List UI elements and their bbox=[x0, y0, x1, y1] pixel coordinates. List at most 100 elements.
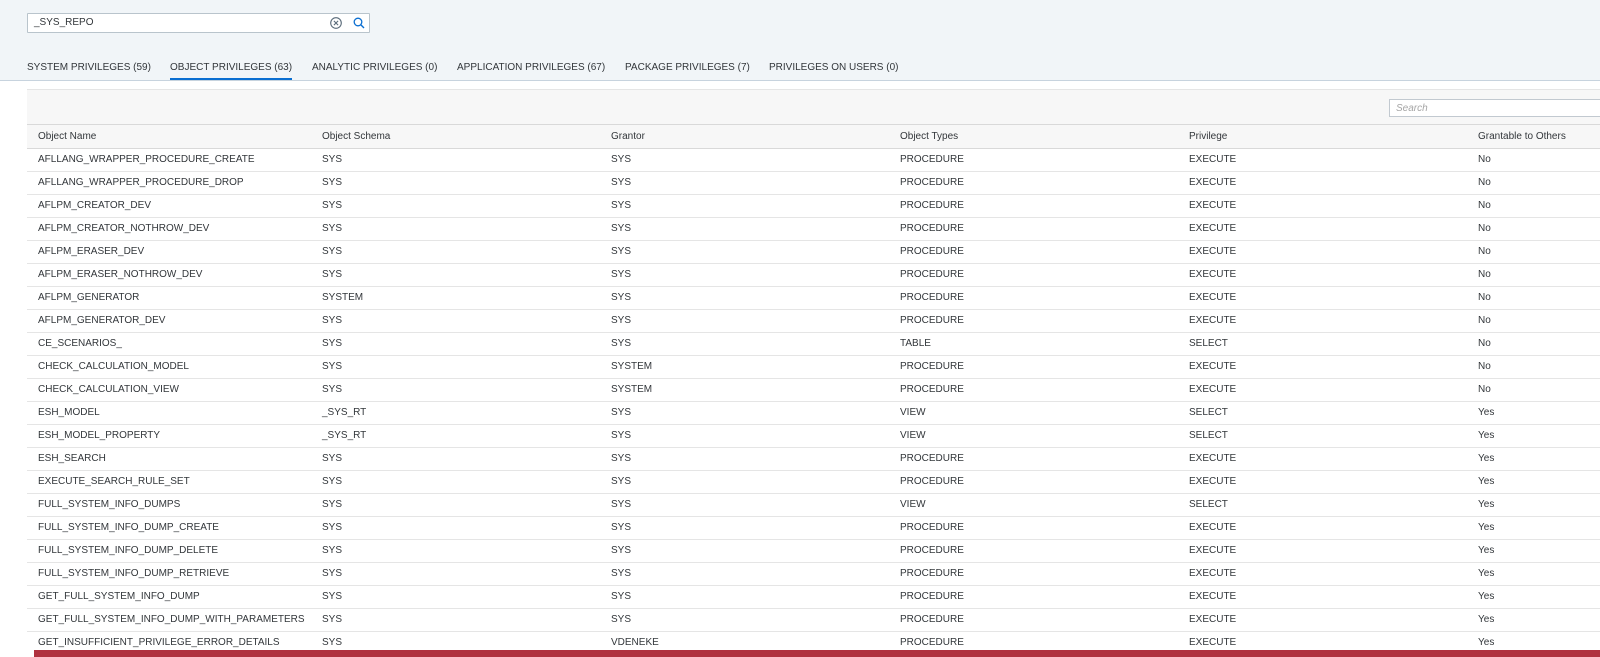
grantable-cell: Yes bbox=[1478, 453, 1495, 464]
object-name-cell: ESH_MODEL bbox=[38, 407, 100, 418]
privilege-cell: EXECUTE bbox=[1189, 614, 1237, 625]
privilege-cell: EXECUTE bbox=[1189, 545, 1237, 556]
privilege-cell: EXECUTE bbox=[1189, 522, 1237, 533]
object-name-cell: FULL_SYSTEM_INFO_DUMP_CREATE bbox=[38, 522, 219, 533]
object-name-cell: CHECK_CALCULATION_MODEL bbox=[38, 361, 189, 372]
column-header-object-name[interactable]: Object Name bbox=[38, 125, 96, 148]
tab-package-privileges[interactable]: PACKAGE PRIVILEGES (7) bbox=[625, 61, 750, 75]
object-name-cell: AFLLANG_WRAPPER_PROCEDURE_DROP bbox=[38, 177, 244, 188]
grantor-cell: SYS bbox=[611, 407, 632, 418]
object-name-cell: AFLLANG_WRAPPER_PROCEDURE_CREATE bbox=[38, 154, 255, 165]
grantor-cell: SYSTEM bbox=[611, 384, 653, 395]
object-name-cell: EXECUTE_SEARCH_RULE_SET bbox=[38, 476, 190, 487]
object-type-cell: PROCEDURE bbox=[900, 384, 964, 395]
privilege-cell: SELECT bbox=[1189, 407, 1228, 418]
object-schema-cell: SYS bbox=[322, 453, 343, 464]
table-row[interactable]: CHECK_CALCULATION_MODEL SYS SYSTEM PROCEDUR… bbox=[27, 356, 1600, 379]
object-type-cell: PROCEDURE bbox=[900, 361, 964, 372]
table-search-input[interactable] bbox=[1389, 99, 1600, 117]
clear-circle-icon[interactable] bbox=[329, 16, 343, 30]
column-header-privilege[interactable]: Privilege bbox=[1189, 125, 1227, 148]
object-schema-cell: SYS bbox=[322, 384, 343, 395]
table-row[interactable]: ESH_SEARCH SYS SYS PROCEDURE EXECUTE Yes bbox=[27, 448, 1600, 471]
table-row[interactable]: GET_FULL_SYSTEM_INFO_DUMP_WITH_PARAMETER… bbox=[27, 609, 1600, 632]
table-row[interactable]: FULL_SYSTEM_INFO_DUMPS SYS SYS VIEW SELECT Ye… bbox=[27, 494, 1600, 517]
table-row[interactable]: AFLPM_ERASER_NOTHROW_DEV SYS SYS PROCEDURE E… bbox=[27, 264, 1600, 287]
table-row[interactable]: CE_SCENARIOS_ SYS SYS TABLE SELECT No bbox=[27, 333, 1600, 356]
privilege-cell: EXECUTE bbox=[1189, 384, 1237, 395]
table-row[interactable]: ESH_MODEL _SYS_RT SYS VIEW SELECT Yes bbox=[27, 402, 1600, 425]
table-row[interactable]: EXECUTE_SEARCH_RULE_SET SYS SYS PROCEDURE EX… bbox=[27, 471, 1600, 494]
grantable-cell: No bbox=[1478, 384, 1491, 395]
object-type-cell: PROCEDURE bbox=[900, 591, 964, 602]
grantor-cell: SYSTEM bbox=[611, 361, 653, 372]
object-schema-cell: SYS bbox=[322, 568, 343, 579]
privilege-cell: EXECUTE bbox=[1189, 177, 1237, 188]
object-schema-cell: SYS bbox=[322, 476, 343, 487]
table-row[interactable]: CHECK_CALCULATION_VIEW SYS SYSTEM PROCEDURE… bbox=[27, 379, 1600, 402]
table-row[interactable]: AFLPM_GENERATOR SYSTEM SYS PROCEDURE EXECUTE… bbox=[27, 287, 1600, 310]
search-input[interactable]: _SYS_REPO bbox=[34, 17, 93, 29]
table-row[interactable]: AFLLANG_WRAPPER_PROCEDURE_CREATE SYS SYS PR… bbox=[27, 149, 1600, 172]
object-type-cell: VIEW bbox=[900, 430, 926, 441]
grantable-cell: No bbox=[1478, 269, 1491, 280]
table-row[interactable]: FULL_SYSTEM_INFO_DUMP_DELETE SYS SYS PROCED… bbox=[27, 540, 1600, 563]
object-type-cell: PROCEDURE bbox=[900, 223, 964, 234]
grantor-cell: SYS bbox=[611, 568, 632, 579]
grantable-cell: No bbox=[1478, 292, 1491, 303]
table-row[interactable]: AFLPM_ERASER_DEV SYS SYS PROCEDURE EXECUTE No bbox=[27, 241, 1600, 264]
object-schema-cell: SYS bbox=[322, 338, 343, 349]
object-schema-cell: SYS bbox=[322, 315, 343, 326]
grantor-cell: SYS bbox=[611, 453, 632, 464]
grantable-cell: No bbox=[1478, 338, 1491, 349]
magnifier-icon[interactable] bbox=[352, 16, 366, 30]
tab-privileges-on-users[interactable]: PRIVILEGES ON USERS (0) bbox=[769, 61, 898, 75]
grantor-cell: SYS bbox=[611, 545, 632, 556]
table-row[interactable]: AFLPM_CREATOR_DEV SYS SYS PROCEDURE EXECUTE N… bbox=[27, 195, 1600, 218]
table-row[interactable]: AFLLANG_WRAPPER_PROCEDURE_DROP SYS SYS PROC… bbox=[27, 172, 1600, 195]
privilege-cell: SELECT bbox=[1189, 338, 1228, 349]
grantable-cell: Yes bbox=[1478, 591, 1495, 602]
privilege-cell: EXECUTE bbox=[1189, 453, 1237, 464]
object-type-cell: PROCEDURE bbox=[900, 269, 964, 280]
object-type-cell: TABLE bbox=[900, 338, 931, 349]
column-header-object-schema[interactable]: Object Schema bbox=[322, 125, 390, 148]
object-schema-cell: SYS bbox=[322, 545, 343, 556]
column-header-object-types[interactable]: Object Types bbox=[900, 125, 958, 148]
object-name-cell: ESH_MODEL_PROPERTY bbox=[38, 430, 161, 441]
privilege-cell: EXECUTE bbox=[1189, 200, 1237, 211]
table-row[interactable]: AFLPM_CREATOR_NOTHROW_DEV SYS SYS PROCEDURE… bbox=[27, 218, 1600, 241]
grantor-cell: SYS bbox=[611, 522, 632, 533]
tab-object-privileges[interactable]: OBJECT PRIVILEGES (63) bbox=[170, 61, 293, 80]
table-row[interactable]: ESH_MODEL_PROPERTY _SYS_RT SYS VIEW SELECT Ye… bbox=[27, 425, 1600, 448]
object-name-cell: AFLPM_GENERATOR bbox=[38, 292, 140, 303]
object-type-cell: PROCEDURE bbox=[900, 200, 964, 211]
grantor-cell: SYS bbox=[611, 177, 632, 188]
table-row[interactable]: AFLPM_GENERATOR_DEV SYS SYS PROCEDURE EXECUT… bbox=[27, 310, 1600, 333]
tab-application-privileges[interactable]: APPLICATION PRIVILEGES (67) bbox=[457, 61, 605, 75]
search-field[interactable]: _SYS_REPO bbox=[27, 13, 370, 33]
privilege-cell: EXECUTE bbox=[1189, 568, 1237, 579]
grantable-cell: No bbox=[1478, 200, 1491, 211]
object-name-cell: AFLPM_ERASER_DEV bbox=[38, 246, 145, 257]
object-name-cell: CHECK_CALCULATION_VIEW bbox=[38, 384, 179, 395]
privilege-cell: EXECUTE bbox=[1189, 315, 1237, 326]
privilege-cell: EXECUTE bbox=[1189, 591, 1237, 602]
column-header-grantor[interactable]: Grantor bbox=[611, 125, 645, 148]
tab-system-privileges[interactable]: SYSTEM PRIVILEGES (59) bbox=[27, 61, 151, 75]
object-schema-cell: SYS bbox=[322, 154, 343, 165]
privilege-cell: EXECUTE bbox=[1189, 154, 1237, 165]
column-header-grantable[interactable]: Grantable to Others bbox=[1478, 125, 1566, 148]
object-schema-cell: _SYS_RT bbox=[322, 407, 367, 418]
tab-analytic-privileges[interactable]: ANALYTIC PRIVILEGES (0) bbox=[312, 61, 437, 75]
grantable-cell: Yes bbox=[1478, 476, 1495, 487]
table-body: AFLLANG_WRAPPER_PROCEDURE_CREATE SYS SYS PR… bbox=[27, 149, 1600, 655]
table-row[interactable]: FULL_SYSTEM_INFO_DUMP_CREATE SYS SYS PROCED… bbox=[27, 517, 1600, 540]
object-schema-cell: SYS bbox=[322, 246, 343, 257]
object-schema-cell: SYS bbox=[322, 522, 343, 533]
object-schema-cell: SYS bbox=[322, 200, 343, 211]
object-name-cell: FULL_SYSTEM_INFO_DUMP_DELETE bbox=[38, 545, 219, 556]
table-row[interactable]: FULL_SYSTEM_INFO_DUMP_RETRIEVE SYS SYS PROC… bbox=[27, 563, 1600, 586]
table-row[interactable]: GET_FULL_SYSTEM_INFO_DUMP SYS SYS PROCEDURE… bbox=[27, 586, 1600, 609]
privilege-cell: EXECUTE bbox=[1189, 476, 1237, 487]
